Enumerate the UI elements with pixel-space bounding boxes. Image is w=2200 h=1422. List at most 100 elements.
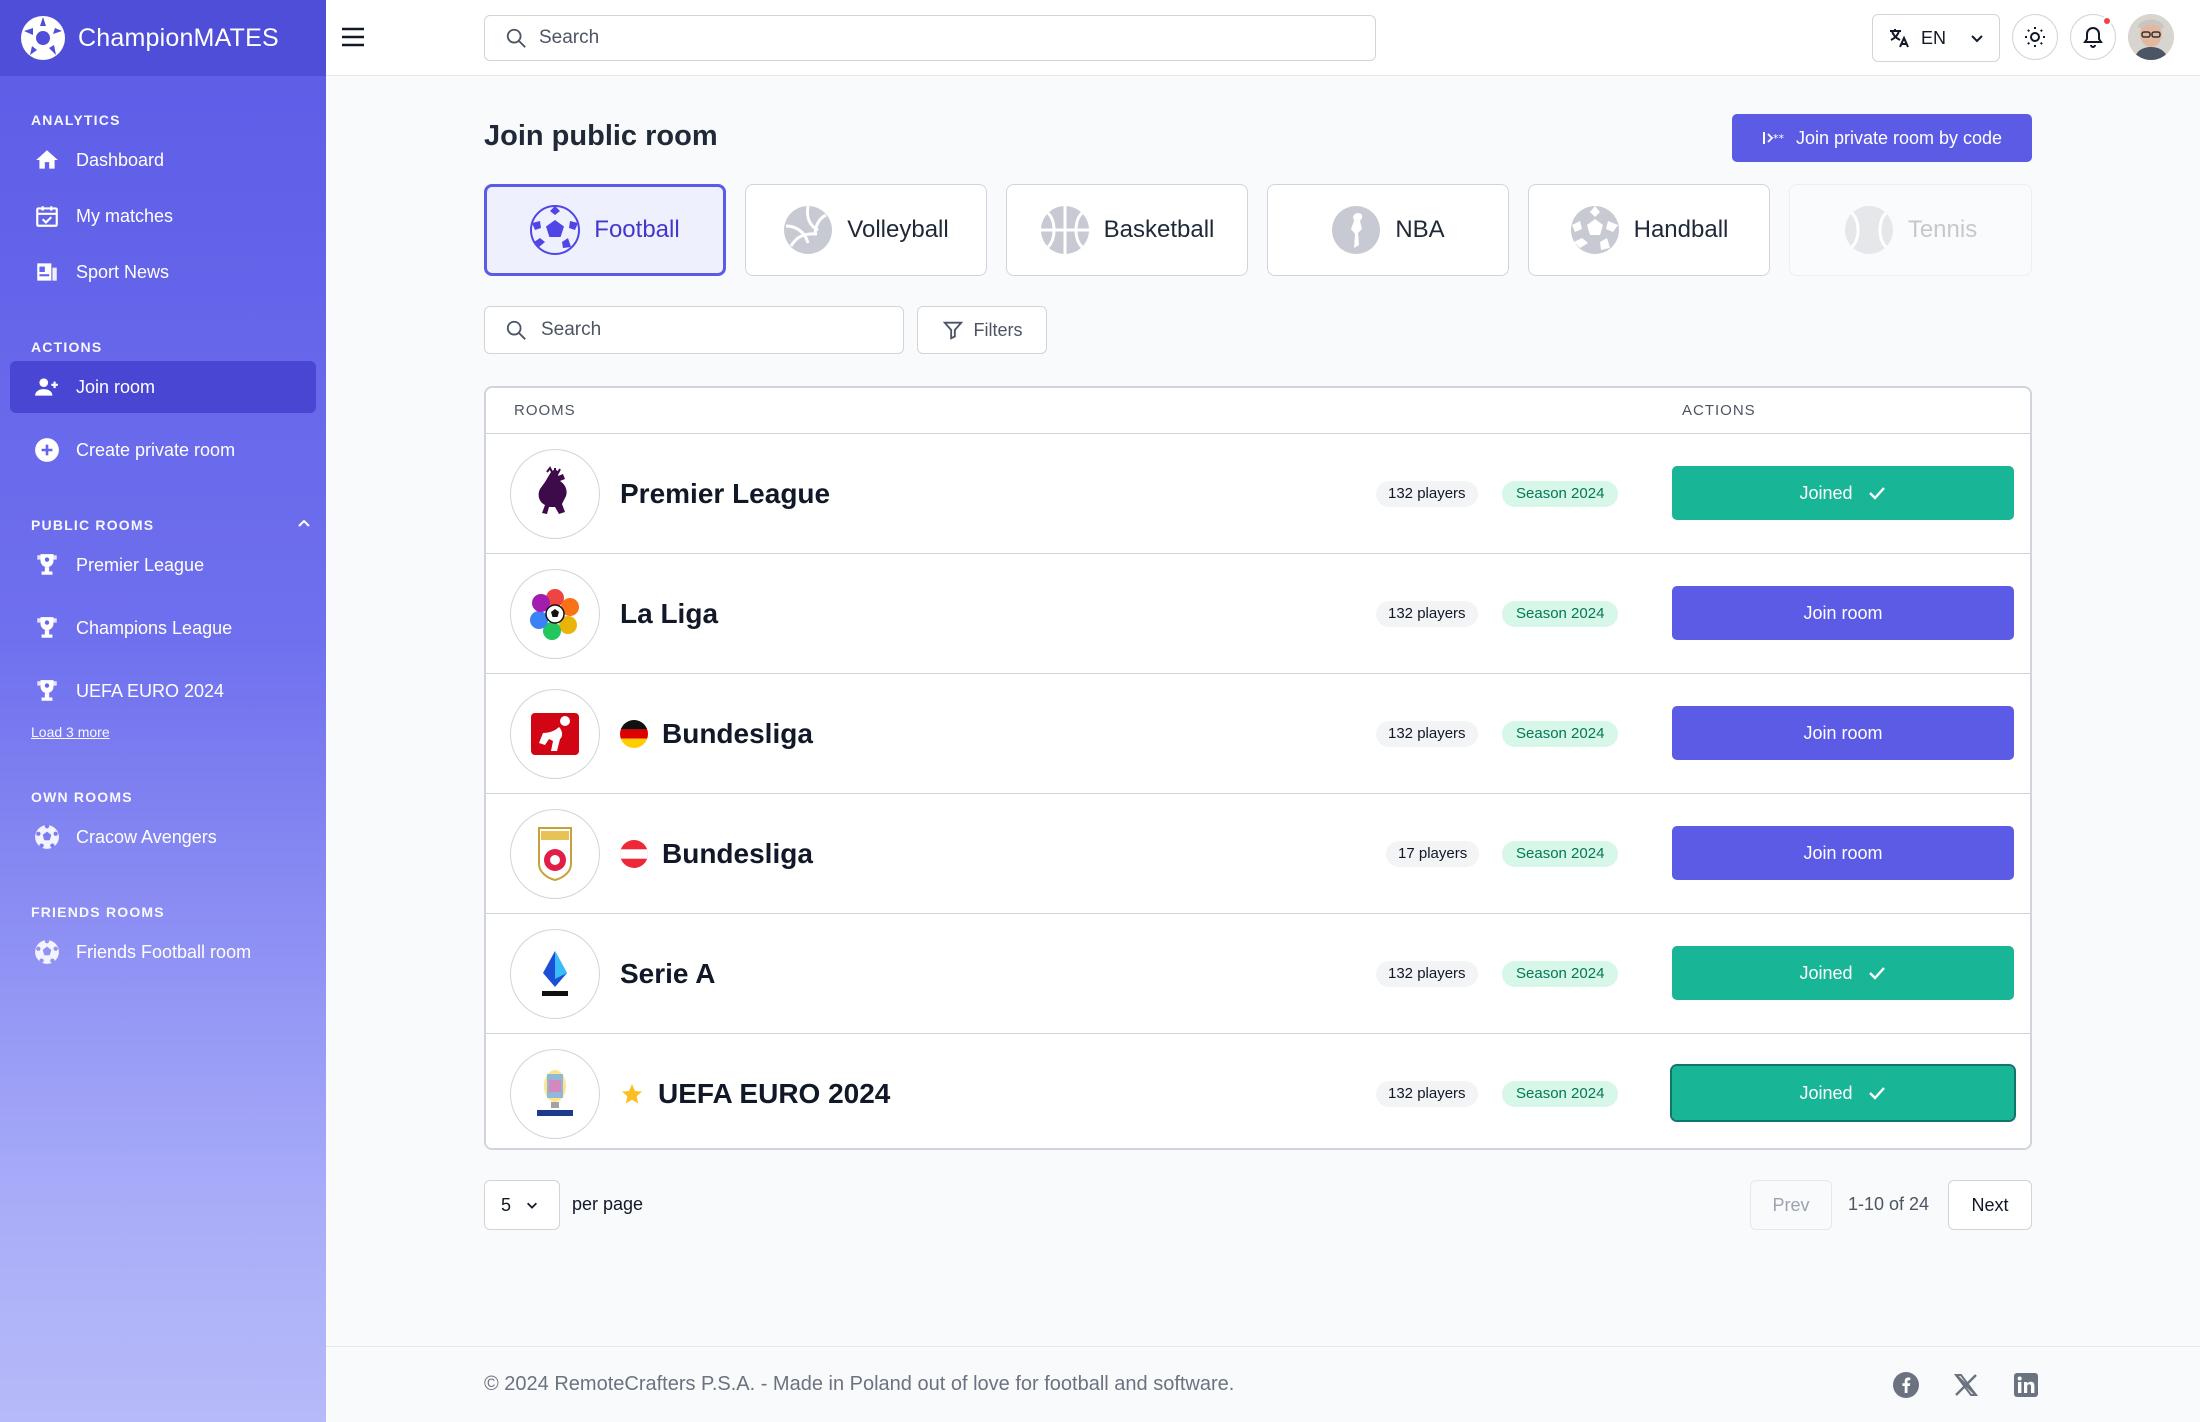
star-icon	[622, 1084, 642, 1104]
menu-icon[interactable]	[340, 24, 366, 50]
room-name: UEFA EURO 2024	[620, 1034, 890, 1148]
premier-league-logo	[510, 449, 600, 539]
sidebar-item-create-private-room[interactable]: Create private room	[10, 424, 316, 476]
translate-icon	[1890, 29, 1909, 48]
load-more-link[interactable]: Load 3 more	[31, 724, 110, 740]
home-icon	[32, 145, 62, 175]
sidebar-item-label: Join room	[76, 376, 156, 397]
tab-handball[interactable]: Handball	[1528, 184, 1770, 276]
col-rooms: ROOMS	[514, 402, 576, 419]
volleyball-icon	[784, 205, 833, 254]
room-name: Premier League	[620, 478, 831, 509]
chevron-up-icon[interactable]	[296, 516, 312, 532]
serie-a-logo	[510, 929, 600, 1019]
section-friends-rooms: FRIENDS ROOMS	[31, 904, 165, 920]
filter-icon	[942, 321, 963, 340]
table-row: Bundesliga 17 players Season 2024 Join r…	[486, 794, 2030, 914]
joined-button[interactable]: Joined	[1670, 1064, 2016, 1122]
joined-button[interactable]: Joined	[1672, 466, 2014, 520]
table-header: ROOMS ACTIONS	[486, 388, 2030, 434]
app-logo[interactable]: ChampionMATES	[0, 0, 326, 76]
sidebar-item-premier-league[interactable]: Premier League	[10, 539, 316, 591]
nba-icon	[1332, 206, 1381, 254]
players-badge: 132 players	[1376, 481, 1478, 507]
table-row: Premier League 132 players Season 2024 J…	[486, 434, 2030, 554]
action-label: Join room	[1803, 602, 1883, 623]
sidebar-item-sport-news[interactable]: Sport News	[10, 246, 316, 298]
sidebar-item-uefa-euro-2024[interactable]: UEFA EURO 2024	[10, 665, 316, 717]
join-code-label: Join private room by code	[1795, 127, 2003, 148]
col-actions: ACTIONS	[1682, 402, 1756, 419]
austria-flag	[620, 840, 648, 868]
calendar-icon	[32, 201, 62, 231]
prev-page-button[interactable]: Prev	[1750, 1180, 1832, 1230]
tab-tennis: Tennis	[1789, 184, 2032, 276]
sidebar-item-label: My matches	[76, 205, 174, 226]
filters-button[interactable]: Filters	[917, 306, 1047, 354]
action-label: Joined	[1799, 1082, 1853, 1103]
language-value: EN	[1921, 27, 1947, 48]
sidebar-item-my-matches[interactable]: My matches	[10, 190, 316, 242]
basketball-icon	[1040, 206, 1089, 254]
check-icon	[1868, 1087, 1885, 1100]
app-name: ChampionMATES	[78, 23, 279, 52]
linkedin-icon[interactable]	[2012, 1371, 2040, 1399]
tab-label: Volleyball	[847, 216, 949, 243]
trophy-icon	[32, 613, 62, 643]
theme-toggle-button[interactable]	[2012, 14, 2058, 60]
join-private-room-by-code-button[interactable]: ** Join private room by code	[1732, 114, 2032, 162]
sidebar-item-champions-league[interactable]: Champions League	[10, 602, 316, 654]
sidebar-item-label: Dashboard	[76, 149, 165, 170]
tab-nba[interactable]: NBA	[1267, 184, 1509, 276]
season-badge: Season 2024	[1502, 961, 1619, 987]
search-placeholder: Search	[539, 27, 600, 48]
language-select[interactable]: EN	[1872, 14, 2000, 62]
check-icon	[1868, 487, 1885, 500]
join-room-button[interactable]: Join room	[1672, 586, 2014, 640]
x-twitter-icon[interactable]	[1952, 1371, 1980, 1399]
per-page-select[interactable]: 5	[484, 1180, 560, 1230]
sidebar-item-join-room[interactable]: Join room	[10, 361, 316, 413]
tab-label: Handball	[1633, 216, 1729, 243]
join-room-button[interactable]: Join room	[1672, 706, 2014, 760]
svg-text:**: **	[1773, 132, 1784, 145]
football-icon	[530, 205, 581, 255]
check-icon	[1868, 967, 1885, 980]
sidebar: ChampionMATES ANALYTICS Dashboard My mat…	[0, 0, 326, 1422]
tab-volleyball[interactable]: Volleyball	[745, 184, 987, 276]
football-icon	[32, 937, 62, 967]
global-search-input[interactable]: Search	[484, 15, 1376, 61]
season-badge: Season 2024	[1502, 721, 1619, 747]
la-liga-logo	[510, 569, 600, 659]
sidebar-item-dashboard[interactable]: Dashboard	[10, 134, 316, 186]
room-search-input[interactable]: Search	[484, 306, 904, 354]
euro-2024-logo	[510, 1049, 600, 1139]
season-badge: Season 2024	[1502, 841, 1619, 867]
room-name: Bundesliga	[620, 674, 813, 794]
sidebar-item-label: Friends Football room	[76, 941, 252, 962]
action-label: Joined	[1799, 962, 1853, 983]
season-badge: Season 2024	[1502, 481, 1619, 507]
search-icon	[506, 320, 526, 340]
join-room-button[interactable]: Join room	[1672, 826, 2014, 880]
tab-football[interactable]: Football	[484, 184, 726, 276]
table-row: UEFA EURO 2024 132 players Season 2024 J…	[486, 1034, 2030, 1148]
sidebar-item-label: Create private room	[76, 439, 236, 460]
notifications-button[interactable]	[2070, 14, 2116, 60]
sidebar-item-label: Champions League	[76, 617, 233, 638]
next-page-button[interactable]: Next	[1948, 1180, 2032, 1230]
joined-button[interactable]: Joined	[1672, 946, 2014, 1000]
search-placeholder: Search	[541, 319, 602, 340]
section-analytics: ANALYTICS	[31, 112, 121, 128]
sidebar-item-label: Premier League	[76, 554, 205, 575]
notification-dot	[2102, 16, 2112, 26]
user-avatar[interactable]	[2128, 14, 2174, 60]
filters-label: Filters	[973, 319, 1023, 340]
sidebar-item-cracow-avengers[interactable]: Cracow Avengers	[10, 811, 316, 863]
trophy-icon	[32, 550, 62, 580]
facebook-icon[interactable]	[1892, 1371, 1920, 1399]
sidebar-item-friends-football-room[interactable]: Friends Football room	[10, 926, 316, 978]
pagination: 5 per page Prev 1-10 of 24 Next	[484, 1180, 2032, 1230]
tab-basketball[interactable]: Basketball	[1006, 184, 1248, 276]
chevron-down-icon	[1971, 35, 1983, 43]
